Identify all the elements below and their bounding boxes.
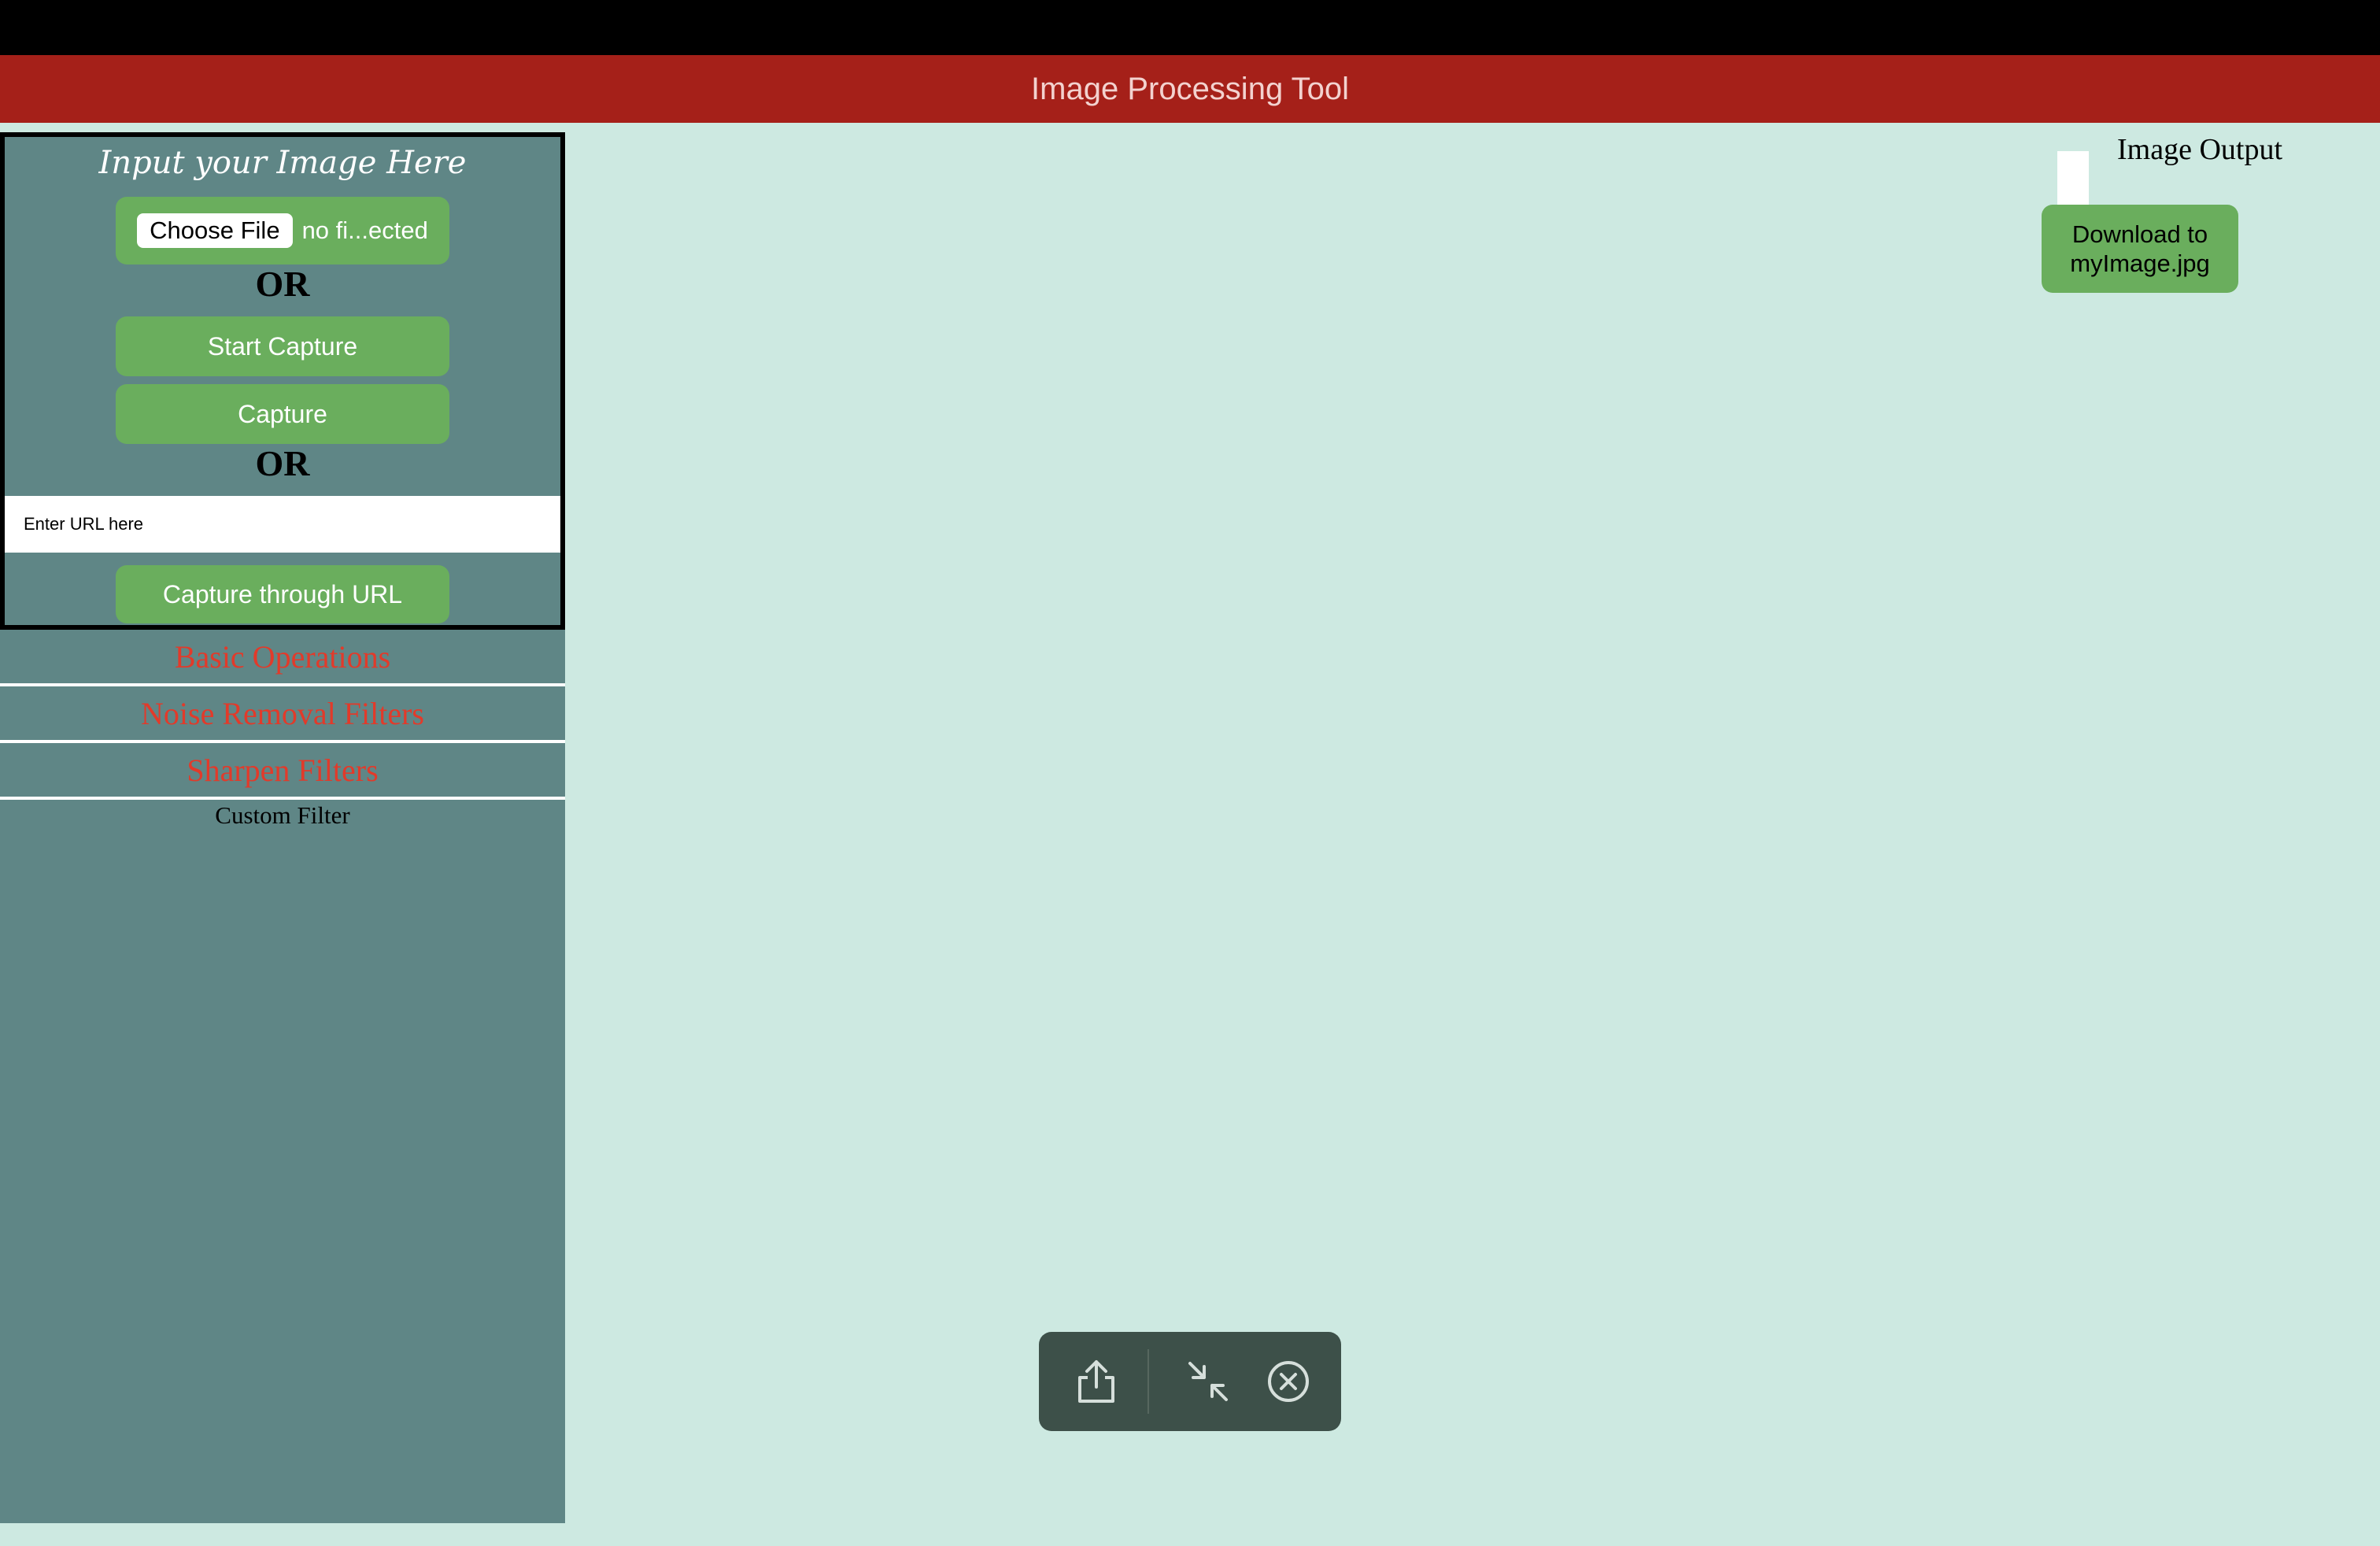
menu-sharpen-filters[interactable]: Sharpen Filters bbox=[0, 743, 565, 800]
custom-filter-label[interactable]: Custom Filter bbox=[0, 801, 565, 830]
floating-toolbar bbox=[1039, 1332, 1341, 1431]
start-capture-button[interactable]: Start Capture bbox=[116, 316, 449, 376]
shrink-icon[interactable] bbox=[1182, 1356, 1234, 1407]
choose-file-button[interactable]: Choose File bbox=[137, 213, 293, 248]
app-header: Image Processing Tool bbox=[0, 55, 2380, 123]
input-panel: Input your Image Here Choose File no fi.… bbox=[0, 132, 565, 630]
capture-button[interactable]: Capture bbox=[116, 384, 449, 444]
download-button[interactable]: Download to myImage.jpg bbox=[2042, 205, 2238, 293]
input-panel-title: Input your Image Here bbox=[98, 145, 467, 181]
image-output bbox=[2057, 151, 2089, 213]
top-black-bar bbox=[0, 0, 2380, 55]
url-input[interactable] bbox=[5, 496, 560, 553]
or-separator-1: OR bbox=[255, 264, 310, 304]
menu-basic-operations[interactable]: Basic Operations bbox=[0, 630, 565, 686]
sidebar: Input your Image Here Choose File no fi.… bbox=[0, 132, 565, 1523]
app-title: Image Processing Tool bbox=[1031, 71, 1349, 106]
image-output-title: Image Output bbox=[2117, 133, 2283, 166]
file-status: no fi...ected bbox=[301, 216, 428, 244]
menu-noise-removal-filters[interactable]: Noise Removal Filters bbox=[0, 686, 565, 743]
share-icon[interactable] bbox=[1070, 1356, 1122, 1407]
close-circle-icon[interactable] bbox=[1262, 1356, 1314, 1407]
toolbar-divider bbox=[1148, 1349, 1149, 1414]
or-separator-2: OR bbox=[255, 443, 310, 483]
capture-through-url-button[interactable]: Capture through URL bbox=[116, 565, 449, 623]
file-chooser[interactable]: Choose File no fi...ected bbox=[116, 197, 449, 264]
